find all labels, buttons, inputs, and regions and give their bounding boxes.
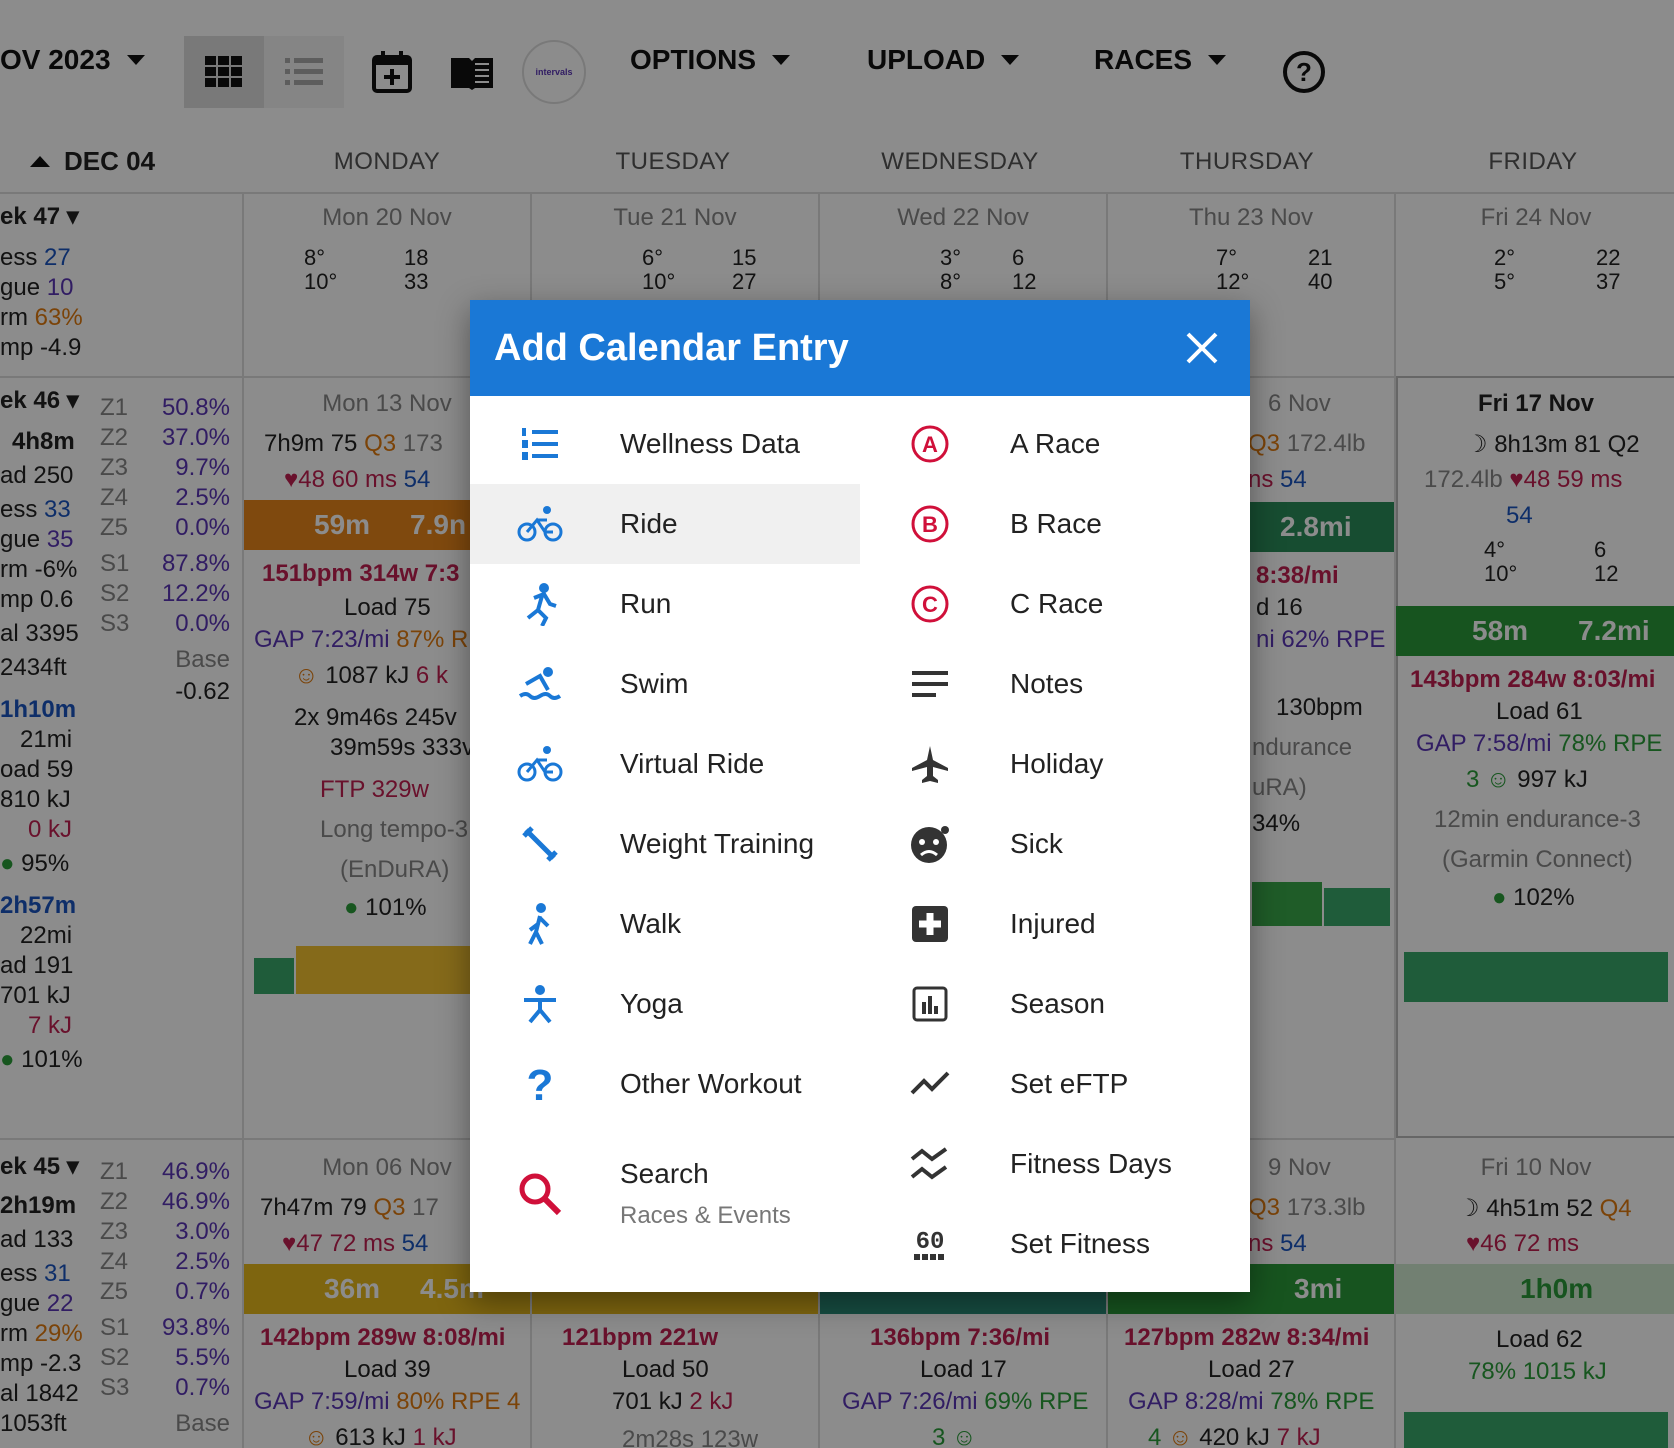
add-calendar-entry-dialog: Add Calendar Entry Wellness Data Ride Ru… xyxy=(470,300,1250,1292)
menu-item-sick[interactable]: Sick xyxy=(860,804,1250,884)
menu-item-ride[interactable]: Ride xyxy=(470,484,860,564)
yoga-icon xyxy=(524,985,556,1024)
menu-item-walk[interactable]: Walk xyxy=(470,884,860,964)
b-race-icon: B xyxy=(911,505,949,543)
close-button[interactable] xyxy=(1180,326,1224,370)
menu-item-other-workout[interactable]: ? Other Workout xyxy=(470,1044,860,1124)
svg-text:A: A xyxy=(922,432,938,457)
c-race-icon: C xyxy=(911,585,949,623)
menu-item-c-race[interactable]: C C Race xyxy=(860,564,1250,644)
search-icon xyxy=(519,1173,562,1216)
bike-icon xyxy=(517,746,563,782)
question-icon: ? xyxy=(527,1062,554,1106)
a-race-icon: A xyxy=(911,425,949,463)
list-numbered-icon xyxy=(522,428,558,460)
chart-line-icon xyxy=(910,1147,948,1180)
svg-text:?: ? xyxy=(527,1062,554,1106)
menu-item-set-fitness[interactable]: 60 Set Fitness xyxy=(860,1204,1250,1284)
notes-icon xyxy=(912,671,948,697)
menu-item-b-race[interactable]: B B Race xyxy=(860,484,1250,564)
sixty-icon: 60 xyxy=(914,1229,945,1260)
menu-item-yoga[interactable]: Yoga xyxy=(470,964,860,1044)
svg-text:60: 60 xyxy=(916,1229,945,1256)
svg-text:B: B xyxy=(922,512,938,537)
swim-icon xyxy=(518,667,562,700)
chart-box-icon xyxy=(912,986,948,1022)
menu-item-weight-training[interactable]: Weight Training xyxy=(470,804,860,884)
trend-icon xyxy=(910,1071,950,1095)
menu-item-injured[interactable]: Injured xyxy=(860,884,1250,964)
first-aid-icon xyxy=(912,906,948,942)
menu-item-notes[interactable]: Notes xyxy=(860,644,1250,724)
airplane-icon xyxy=(912,746,948,783)
menu-item-set-eftp[interactable]: Set eFTP xyxy=(860,1044,1250,1124)
dialog-title: Add Calendar Entry xyxy=(494,326,849,369)
sick-icon xyxy=(911,826,949,863)
dialog-header: Add Calendar Entry xyxy=(470,300,1250,396)
dumbbell-icon xyxy=(522,826,558,862)
walk-icon xyxy=(528,903,550,945)
menu-item-season[interactable]: Season xyxy=(860,964,1250,1044)
run-icon xyxy=(526,583,557,626)
bike-icon xyxy=(517,506,563,542)
menu-item-fitness-days[interactable]: Fitness Days xyxy=(860,1124,1250,1204)
close-icon xyxy=(1186,332,1218,364)
menu-item-wellness-data[interactable]: Wellness Data xyxy=(470,404,860,484)
menu-item-holiday[interactable]: Holiday xyxy=(860,724,1250,804)
menu-item-a-race[interactable]: A A Race xyxy=(860,404,1250,484)
menu-item-swim[interactable]: Swim xyxy=(470,644,860,724)
menu-item-search[interactable]: Search Races & Events xyxy=(470,1124,860,1264)
menu-item-run[interactable]: Run xyxy=(470,564,860,644)
menu-item-virtual-ride[interactable]: Virtual Ride xyxy=(470,724,860,804)
svg-text:C: C xyxy=(922,592,938,617)
